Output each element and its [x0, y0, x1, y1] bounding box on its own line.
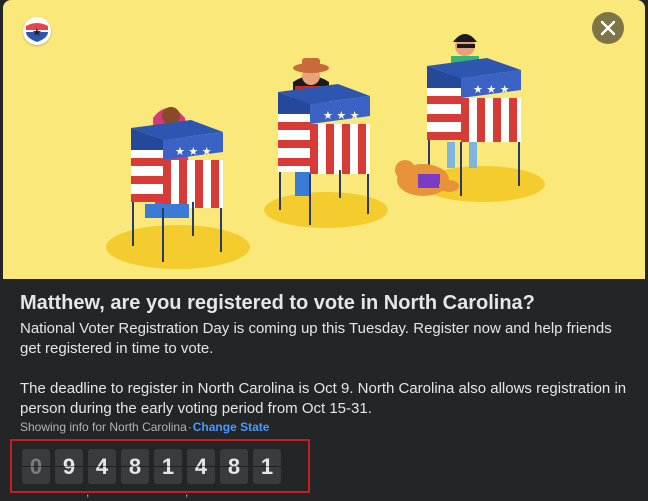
counter-digits: 0 9 4 8 1 4 8 1: [22, 449, 281, 484]
location-info: Showing info for North Carolina·Change S…: [20, 420, 269, 434]
counter-digit: 1: [154, 449, 182, 484]
counter-digit: 4: [187, 449, 215, 484]
hero-illustration: ★ ★ ★ ★ ★ ★ ★ ★ ★ ★: [3, 0, 645, 279]
voter-registration-dialog: ★ ★ ★ ★ ★ ★ ★ ★ ★ ★ Matthew, are you reg…: [3, 0, 645, 501]
counter-digit: 9: [55, 449, 83, 484]
separator-dot: ·: [187, 420, 192, 434]
thousands-separator: ,: [86, 485, 90, 499]
thousands-separator: ,: [185, 485, 189, 499]
deadline-paragraph: The deadline to register in North Caroli…: [20, 380, 627, 417]
counter-digit: 8: [220, 449, 248, 484]
close-button[interactable]: [592, 12, 624, 44]
counter-digit: 0: [22, 449, 50, 484]
showing-info-text: Showing info for North Carolina: [20, 420, 187, 434]
svg-text:★ ★ ★: ★ ★ ★: [175, 145, 212, 158]
intro-paragraph: National Voter Registration Day is comin…: [20, 320, 612, 357]
change-state-link[interactable]: Change State: [193, 420, 270, 434]
voting-booths-illustration: ★ ★ ★ ★ ★ ★ ★ ★ ★: [106, 34, 545, 269]
svg-text:★ ★ ★: ★ ★ ★: [473, 83, 510, 96]
counter-digit: 1: [253, 449, 281, 484]
vote-badge-icon: ★: [23, 17, 51, 45]
svg-text:★ ★ ★: ★ ★ ★: [323, 109, 360, 122]
close-icon: [600, 20, 616, 36]
svg-text:★: ★: [32, 26, 42, 39]
counter-digit: 4: [88, 449, 116, 484]
registration-counter: 0 9 4 8 1 4 8 1 , ,: [10, 439, 310, 499]
counter-digit: 8: [121, 449, 149, 484]
dialog-title: Matthew, are you registered to vote in N…: [20, 292, 535, 314]
dialog-content: Matthew, are you registered to vote in N…: [20, 290, 632, 419]
